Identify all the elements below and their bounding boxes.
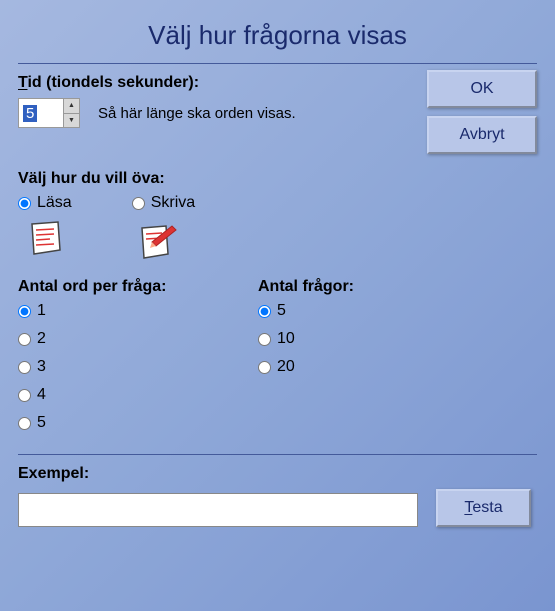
spinner-up-icon[interactable]: ▲ [64, 99, 79, 114]
radio-write[interactable]: Skriva [132, 194, 195, 212]
radio-read[interactable]: Läsa [18, 194, 72, 212]
words-per-q-group: 1 2 3 4 5 [18, 302, 218, 432]
wpq-option-5[interactable]: 5 [18, 414, 218, 432]
time-label: Tid (tiondels sekunder): [18, 74, 415, 92]
write-icon [136, 220, 176, 260]
separator-bottom [18, 454, 537, 455]
wpq-option-3[interactable]: 3 [18, 358, 218, 376]
dialog-title: Välj hur frågorna visas [18, 20, 537, 51]
spinner-down-icon[interactable]: ▼ [64, 114, 79, 128]
nq-option-10[interactable]: 10 [258, 330, 458, 348]
radio-read-input[interactable] [18, 197, 31, 210]
num-questions-group: 5 10 20 [258, 302, 458, 376]
words-per-q-label: Antal ord per fråga: [18, 278, 218, 296]
separator-top [18, 63, 537, 64]
wpq-option-2[interactable]: 2 [18, 330, 218, 348]
radio-read-label: Läsa [37, 194, 72, 212]
time-hint: Så här länge ska orden visas. [98, 105, 296, 122]
read-icon [26, 220, 66, 260]
ok-button[interactable]: OK [427, 70, 537, 108]
radio-write-label: Skriva [151, 194, 195, 212]
nq-option-5[interactable]: 5 [258, 302, 458, 320]
radio-write-input[interactable] [132, 197, 145, 210]
time-value[interactable]: 5 [19, 99, 63, 127]
practice-label: Välj hur du vill öva: [18, 170, 537, 188]
nq-option-20[interactable]: 20 [258, 358, 458, 376]
example-input[interactable] [18, 493, 418, 527]
wpq-option-4[interactable]: 4 [18, 386, 218, 404]
cancel-button[interactable]: Avbryt [427, 116, 537, 154]
wpq-option-1[interactable]: 1 [18, 302, 218, 320]
time-spinner[interactable]: 5 ▲ ▼ [18, 98, 80, 128]
num-questions-label: Antal frågor: [258, 278, 458, 296]
test-button[interactable]: Testa [436, 489, 531, 527]
example-label: Exempel: [18, 465, 537, 483]
